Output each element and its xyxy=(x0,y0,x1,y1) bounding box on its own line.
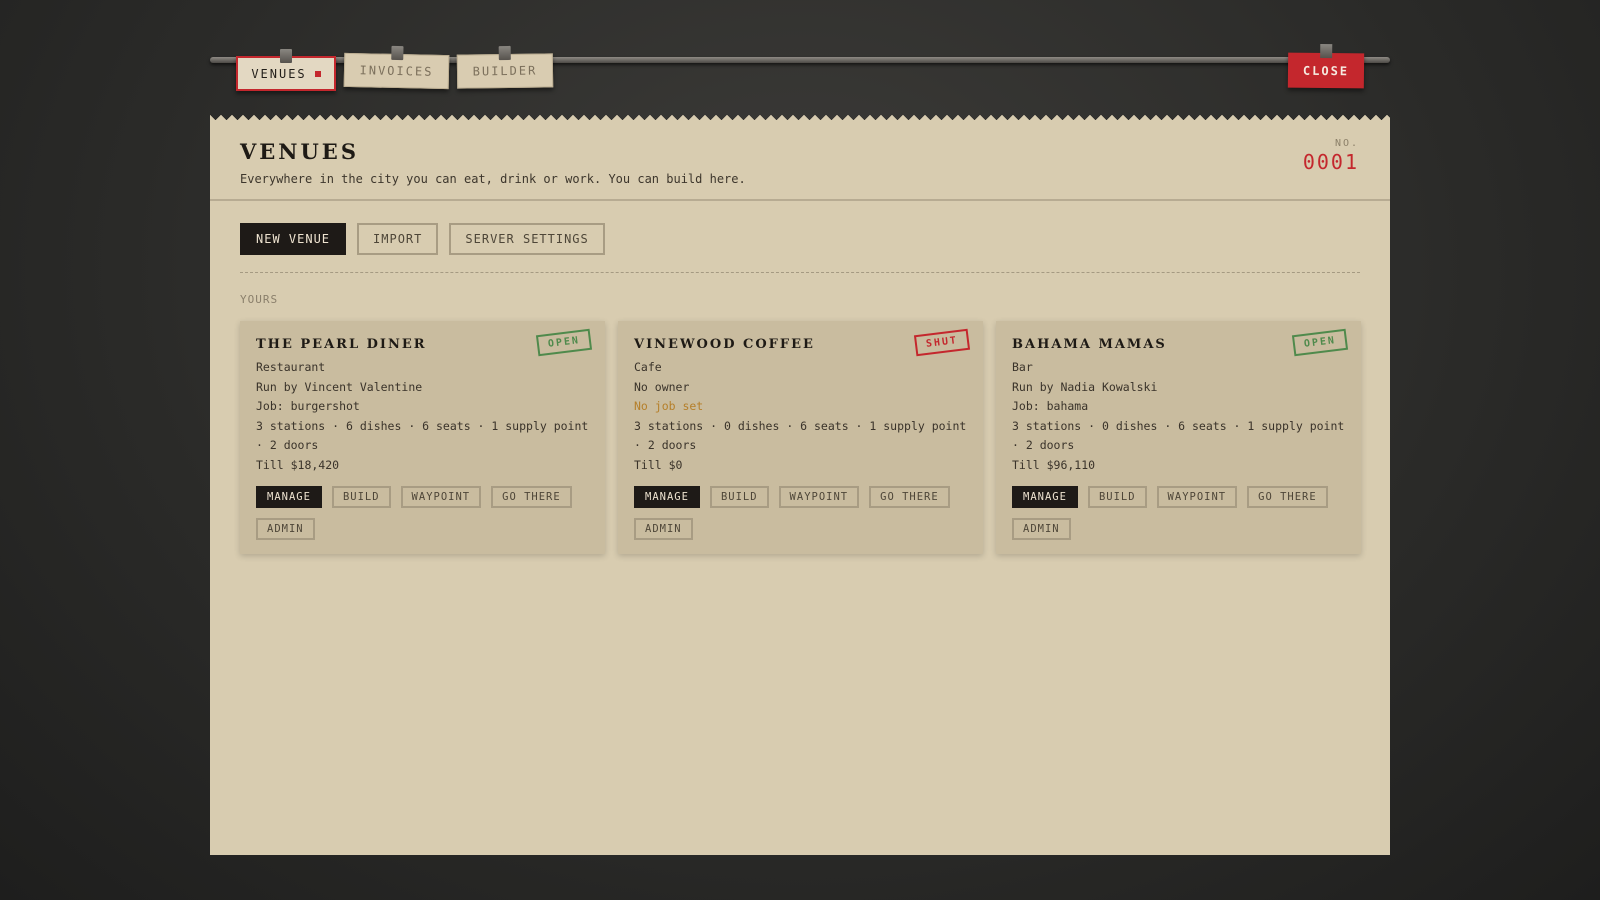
venue-type: Bar xyxy=(1012,360,1033,374)
close-button[interactable]: CLOSE xyxy=(1287,43,1365,89)
tab-builder-label: BUILDER xyxy=(472,63,538,79)
waypoint-button[interactable]: WAYPOINT xyxy=(778,486,860,508)
venue-owner: No owner xyxy=(634,379,690,394)
manage-button[interactable]: MANAGE xyxy=(634,486,700,508)
tab-invoices-label: INVOICES xyxy=(359,63,434,79)
card-actions: MANAGE BUILD WAYPOINT GO THERE ADMIN xyxy=(634,486,964,540)
venue-owner: Run by Vincent Valentine xyxy=(256,379,423,394)
venue-stats: 3 stations · 6 dishes · 6 seats · 1 supp… xyxy=(256,418,589,453)
status-badge: OPEN xyxy=(535,328,593,357)
card-actions: MANAGE BUILD WAYPOINT GO THERE ADMIN xyxy=(1012,486,1342,540)
section-divider xyxy=(240,272,1360,273)
tab-clip-icon xyxy=(390,45,404,61)
go-there-button[interactable]: GO THERE xyxy=(869,486,950,508)
status-badge: OPEN xyxy=(1291,328,1349,357)
document-number: 0001 xyxy=(1302,150,1359,174)
venue-card: BAHAMA MAMAS OPEN Bar Run by Nadia Kowal… xyxy=(996,321,1361,554)
section-label-yours: YOURS xyxy=(240,293,279,306)
admin-button[interactable]: ADMIN xyxy=(1012,518,1071,540)
venue-type: Restaurant xyxy=(256,360,326,374)
tab-builder[interactable]: BUILDER xyxy=(456,45,554,89)
document-number-label: NO. xyxy=(1334,138,1359,149)
tab-clip-icon xyxy=(498,45,511,61)
venue-card: THE PEARL DINER OPEN Restaurant Run by V… xyxy=(240,321,605,554)
venue-cards: THE PEARL DINER OPEN Restaurant Run by V… xyxy=(240,321,1361,554)
venue-till: Till $0 xyxy=(634,457,683,472)
import-button[interactable]: IMPORT xyxy=(357,223,439,255)
venue-job: No job set xyxy=(634,399,704,413)
tab-clip-icon xyxy=(1320,43,1333,59)
close-button-label: CLOSE xyxy=(1302,63,1350,78)
header-divider xyxy=(210,199,1390,201)
go-there-button[interactable]: GO THERE xyxy=(1247,486,1328,508)
tab-venues-label: VENUES xyxy=(251,66,307,81)
toolbar: NEW VENUE IMPORT SERVER SETTINGS xyxy=(240,223,605,255)
venue-till: Till $96,110 xyxy=(1012,457,1096,472)
tab-venues[interactable]: VENUES xyxy=(236,49,336,91)
admin-button[interactable]: ADMIN xyxy=(634,518,693,540)
page-subtitle: Everywhere in the city you can eat, drin… xyxy=(240,172,746,186)
admin-button[interactable]: ADMIN xyxy=(256,518,315,540)
manage-button[interactable]: MANAGE xyxy=(256,486,322,508)
venue-job: Job: burgershot xyxy=(256,399,360,413)
status-badge: SHUT xyxy=(913,328,971,357)
manage-button[interactable]: MANAGE xyxy=(1012,486,1078,508)
card-actions: MANAGE BUILD WAYPOINT GO THERE ADMIN xyxy=(256,486,586,540)
venue-stats: 3 stations · 0 dishes · 6 seats · 1 supp… xyxy=(1012,418,1345,453)
build-button[interactable]: BUILD xyxy=(709,486,769,508)
build-button[interactable]: BUILD xyxy=(331,486,391,508)
waypoint-button[interactable]: WAYPOINT xyxy=(1156,486,1238,508)
build-button[interactable]: BUILD xyxy=(1087,486,1147,508)
venue-job: Job: bahama xyxy=(1012,399,1089,413)
waypoint-button[interactable]: WAYPOINT xyxy=(400,486,482,508)
tab-clip-icon xyxy=(280,49,292,63)
venue-till: Till $18,420 xyxy=(256,457,340,472)
venue-owner: Run by Nadia Kowalski xyxy=(1012,379,1158,394)
venues-panel: VENUES Everywhere in the city you can ea… xyxy=(210,125,1390,855)
active-tab-indicator xyxy=(314,70,321,77)
panel-header: VENUES Everywhere in the city you can ea… xyxy=(240,139,746,186)
venue-card: VINEWOOD COFFEE SHUT Cafe No owner No jo… xyxy=(618,321,983,554)
venue-type: Cafe xyxy=(634,360,662,374)
venue-stats: 3 stations · 0 dishes · 6 seats · 1 supp… xyxy=(634,418,967,453)
page-title: VENUES xyxy=(240,139,359,164)
new-venue-button[interactable]: NEW VENUE xyxy=(240,223,347,255)
go-there-button[interactable]: GO THERE xyxy=(491,486,572,508)
tab-invoices[interactable]: INVOICES xyxy=(343,45,450,90)
server-settings-button[interactable]: SERVER SETTINGS xyxy=(449,223,605,255)
